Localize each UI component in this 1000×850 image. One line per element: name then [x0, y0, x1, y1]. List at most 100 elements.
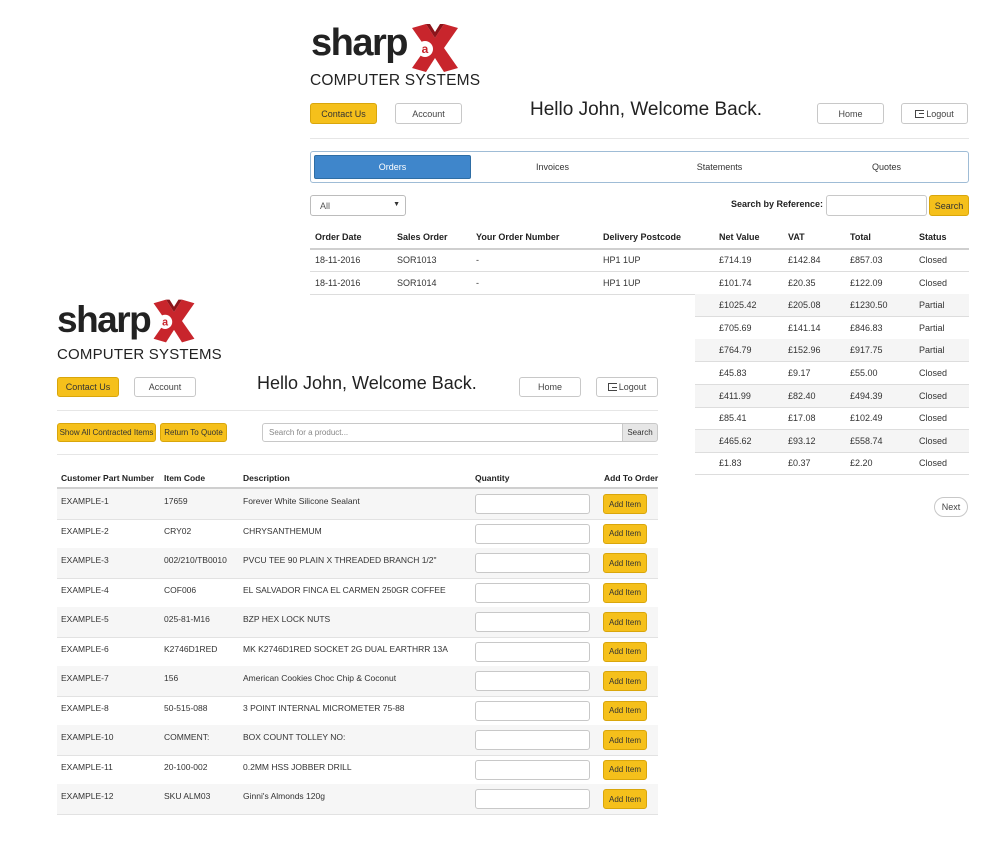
status-cell: Closed	[919, 368, 948, 378]
sales-order-cell: SOR1013	[397, 255, 437, 265]
search-reference-label: Search by Reference:	[730, 199, 823, 209]
sales-order-cell: SOR1014	[397, 277, 437, 288]
search-reference-input[interactable]	[826, 195, 927, 216]
description-cell: BZP HEX LOCK NUTS	[243, 614, 331, 624]
order-row[interactable]: £85.41 £17.08 £102.49 Closed	[695, 407, 969, 429]
add-item-button[interactable]: Add Item	[603, 759, 647, 780]
order-row[interactable]: £1.83 £0.37 £2.20 Closed	[695, 452, 969, 474]
product-row: EXAMPLE-10 COMMENT: BOX COUNT TOLLEY NO: Ad…	[57, 725, 658, 755]
home-button[interactable]: Home	[519, 377, 581, 397]
add-item-button[interactable]: Add Item	[603, 523, 647, 544]
add-item-button[interactable]: Add Item	[603, 789, 647, 809]
quantity-input[interactable]	[475, 612, 590, 632]
col-net-value: Net Value	[719, 232, 760, 242]
contact-us-button[interactable]: Contact Us	[310, 103, 377, 124]
tab-statements[interactable]: Statements	[641, 155, 798, 179]
net-value-cell: £85.41	[719, 413, 747, 424]
order-row[interactable]: £705.69 £141.14 £846.83 Partial	[695, 317, 969, 339]
add-item-button[interactable]: Add Item	[603, 553, 647, 573]
quantity-input[interactable]	[475, 582, 590, 603]
quantity-input[interactable]	[475, 730, 590, 750]
add-item-button[interactable]: Add Item	[603, 700, 647, 721]
part-number-cell: EXAMPLE-5	[61, 614, 109, 624]
status-cell: Partial	[919, 300, 945, 311]
col-your-order-number: Your Order Number	[476, 232, 560, 242]
description-cell: 0.2MM HSS JOBBER DRILL	[243, 761, 352, 772]
net-value-cell: £101.74	[719, 277, 752, 288]
item-code-cell: 156	[164, 673, 179, 683]
order-row[interactable]: £1025.42 £205.08 £1230.50 Partial	[695, 294, 969, 317]
status-filter-select[interactable]: All ▼	[310, 195, 406, 216]
logout-button[interactable]: Logout	[901, 103, 968, 124]
vat-cell: £152.96	[788, 345, 821, 356]
order-row[interactable]: £764.79 £152.96 £917.75 Partial	[695, 339, 969, 362]
total-cell: £1230.50	[850, 300, 888, 311]
order-row[interactable]: £411.99 £82.40 £494.39 Closed	[695, 384, 969, 407]
col-status: Status	[919, 232, 947, 242]
account-button[interactable]: Account	[395, 103, 462, 124]
show-all-contracted-button[interactable]: Show All Contracted Items	[57, 423, 156, 442]
status-cell: Closed	[919, 255, 948, 265]
col-item-code: Item Code	[164, 472, 206, 483]
add-item-button[interactable]: Add Item	[603, 612, 647, 632]
vat-cell: £82.40	[788, 390, 816, 401]
logout-icon	[607, 383, 617, 391]
search-reference-button[interactable]: Search	[929, 195, 969, 216]
description-cell: BOX COUNT TOLLEY NO:	[243, 732, 346, 742]
item-code-cell: SKU ALM03	[164, 791, 211, 801]
tab-quotes[interactable]: Quotes	[808, 155, 965, 179]
part-number-cell: EXAMPLE-1	[61, 496, 109, 506]
logo-subtitle: COMPUTER SYSTEMS	[57, 346, 222, 363]
col-delivery-postcode: Delivery Postcode	[603, 232, 682, 242]
quantity-input[interactable]	[475, 789, 590, 809]
product-row: EXAMPLE-4 COF006 EL SALVADOR FINCA EL CARM…	[57, 578, 658, 608]
quantity-input[interactable]	[475, 523, 590, 544]
add-item-button[interactable]: Add Item	[603, 671, 647, 691]
item-code-cell: K2746D1RED	[164, 643, 218, 654]
logo-wordmark: sharp	[57, 299, 152, 340]
quantity-input[interactable]	[475, 759, 590, 780]
item-code-cell: 50-515-088	[164, 702, 208, 713]
description-cell: PVCU TEE 90 PLAIN X THREADED BRANCH 1/2"	[243, 555, 437, 565]
contact-us-button[interactable]: Contact Us	[57, 377, 119, 397]
part-number-cell: EXAMPLE-8	[61, 702, 109, 713]
total-cell: £2.20	[850, 458, 873, 469]
item-code-cell: CRY02	[164, 525, 192, 536]
account-button[interactable]: Account	[134, 377, 196, 397]
home-button[interactable]: Home	[817, 103, 884, 124]
add-item-button[interactable]: Add Item	[603, 730, 647, 750]
add-item-button[interactable]: Add Item	[603, 582, 647, 603]
header-divider	[310, 138, 969, 139]
greeting-text: Hello John, Welcome Back.	[530, 99, 762, 120]
product-row: EXAMPLE-12 SKU ALM03 Ginni's Almonds 120g A…	[57, 784, 658, 814]
net-value-cell: £1025.42	[719, 300, 757, 311]
add-item-button[interactable]: Add Item	[603, 494, 647, 514]
quantity-input[interactable]	[475, 494, 590, 514]
col-customer-part-number: Customer Part Number	[61, 472, 155, 483]
quantity-input[interactable]	[475, 553, 590, 573]
product-row: EXAMPLE-2 CRY02 CHRYSANTHEMUM Add Item	[57, 519, 658, 549]
order-row[interactable]: £465.62 £93.12 £558.74 Closed	[695, 429, 969, 452]
net-value-cell: £714.19	[719, 255, 752, 265]
order-row[interactable]: 18-11-2016 SOR1014 - HP1 1UP £101.74 £20.35 £1…	[310, 272, 969, 294]
add-item-button[interactable]: Add Item	[603, 641, 647, 662]
quantity-input[interactable]	[475, 671, 590, 691]
order-row[interactable]: 18-11-2016 SOR1013 - HP1 1UP £714.19 £142.84 £…	[310, 249, 969, 271]
document-tabs: Orders Invoices Statements Quotes	[310, 151, 969, 183]
order-row[interactable]: £45.83 £9.17 £55.00 Closed	[695, 362, 969, 384]
quantity-input[interactable]	[475, 641, 590, 662]
order-date-cell: 18-11-2016	[315, 255, 361, 265]
tab-orders[interactable]: Orders	[314, 155, 471, 179]
greeting-text: Hello John, Welcome Back.	[257, 373, 477, 393]
quantity-input[interactable]	[475, 700, 590, 721]
tab-invoices[interactable]: Invoices	[474, 155, 631, 179]
description-cell: American Cookies Choc Chip & Coconut	[243, 673, 397, 683]
logo-x-mark: a	[153, 299, 195, 343]
return-to-quote-button[interactable]: Return To Quote	[160, 423, 227, 442]
next-page-button[interactable]: Next	[934, 497, 968, 517]
product-row: EXAMPLE-6 K2746D1RED MK K2746D1RED SOCKET …	[57, 637, 658, 667]
product-search-input[interactable]: Search for a product...	[262, 423, 623, 442]
product-search-button[interactable]: Search	[622, 423, 658, 442]
logout-button[interactable]: Logout	[596, 377, 658, 397]
part-number-cell: EXAMPLE-4	[61, 584, 109, 595]
